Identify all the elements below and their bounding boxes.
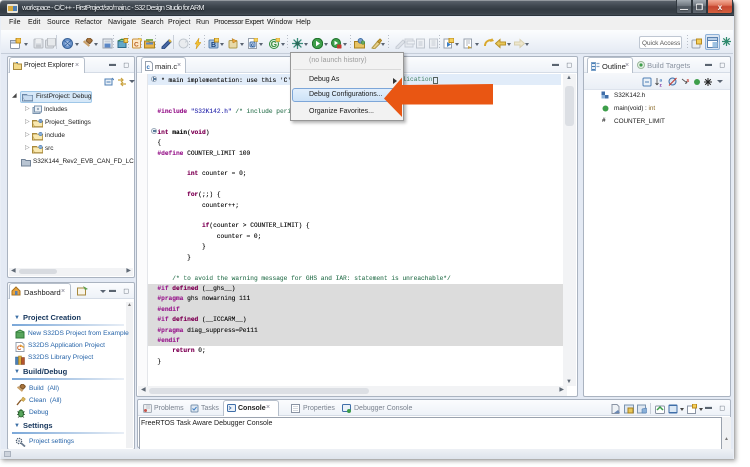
svg-text:C: C: [134, 42, 139, 49]
svg-text:C: C: [17, 346, 22, 352]
svg-text:s: s: [687, 78, 690, 84]
svg-text:c: c: [251, 42, 254, 48]
svg-text:B: B: [211, 42, 216, 49]
svg-text:z: z: [660, 83, 663, 88]
